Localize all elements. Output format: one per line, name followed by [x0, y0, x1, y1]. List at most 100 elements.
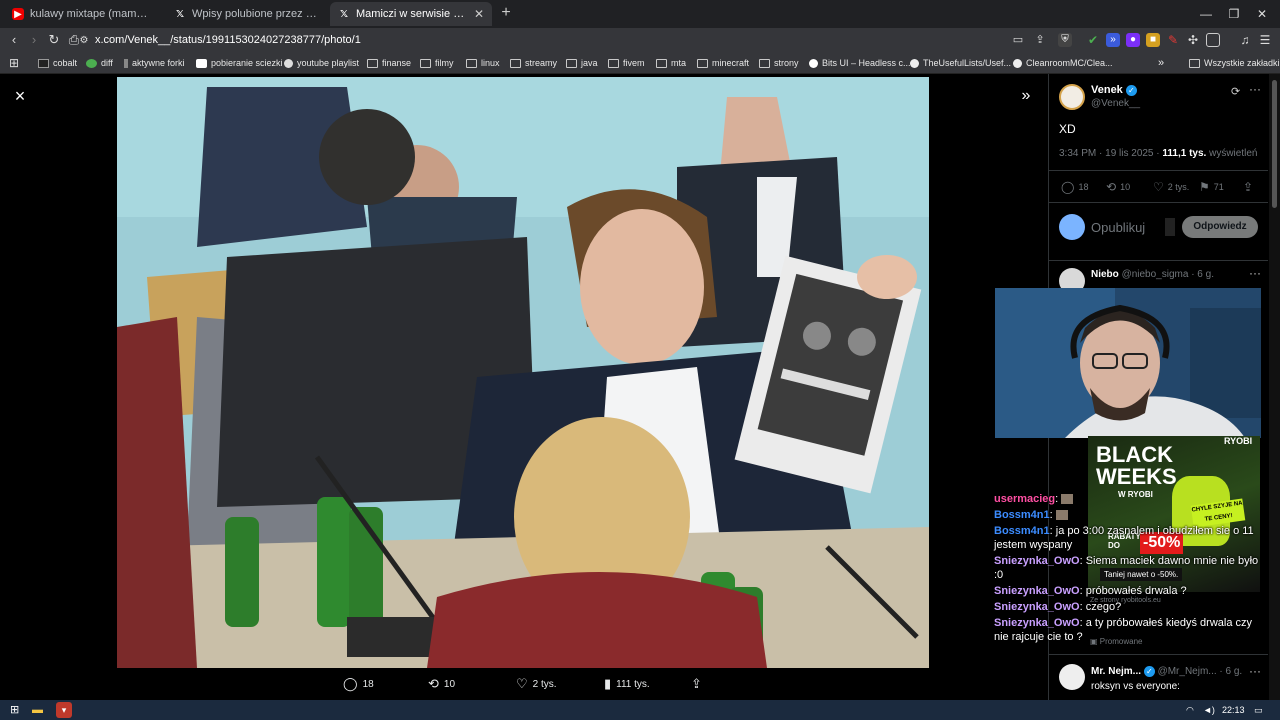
reply-author-handle: @Mr_Nejm... · 6 g.: [1157, 666, 1243, 678]
back-icon[interactable]: ‹: [6, 32, 22, 48]
shield-icon[interactable]: ⛨: [1058, 33, 1072, 47]
chat-username[interactable]: usermacieg: [994, 493, 1055, 505]
scrollbar-thumb[interactable]: [1272, 80, 1277, 208]
share-stat[interactable]: ⇪: [1243, 180, 1257, 194]
chat-username[interactable]: Sniezynka_OwO: [994, 555, 1080, 567]
tab-liked-posts[interactable]: 𝕏 Wpisy polubione przez usermacieg (: [166, 2, 326, 26]
author-handle[interactable]: @Venek__: [1091, 98, 1140, 109]
chat-username[interactable]: Sniezynka_OwO: [994, 585, 1080, 597]
cast-icon[interactable]: ▭: [1010, 32, 1026, 48]
reply-author[interactable]: Mr. Nejm... ✓ @Mr_Nejm... · 6 g.: [1091, 666, 1242, 677]
share-icon[interactable]: ⇪: [1032, 32, 1048, 48]
tweet-views: 111,1 tys.: [1162, 148, 1207, 159]
reload-icon[interactable]: ↻: [46, 32, 62, 48]
bookmark-folder-mta[interactable]: mta: [656, 56, 686, 70]
menu-icon[interactable]: ☰: [1258, 33, 1272, 47]
minimize-icon[interactable]: —: [1198, 6, 1214, 22]
bookmark-bits-ui[interactable]: Bits UI – Headless c...: [809, 56, 911, 70]
divider: [1049, 170, 1268, 171]
extension-icon[interactable]: ●: [1126, 33, 1140, 47]
bookmark-folder-fivem[interactable]: fivem: [608, 56, 645, 70]
bookmark-folder-strony[interactable]: strony: [759, 56, 799, 70]
forward-icon[interactable]: ›: [26, 32, 42, 48]
bookmark-folder-filmy[interactable]: filmy: [420, 56, 454, 70]
new-tab-button[interactable]: +: [498, 5, 514, 21]
more-options-icon[interactable]: ···: [1249, 266, 1261, 280]
reply-stat[interactable]: ◯ 18: [1061, 180, 1088, 194]
chat-username[interactable]: Sniezynka_OwO: [994, 601, 1080, 613]
clock[interactable]: 22:13: [1222, 702, 1245, 718]
share-action[interactable]: ⇪: [691, 676, 707, 692]
bookmark-cleanroommc[interactable]: CleanroomMC/Clea...: [1013, 56, 1113, 70]
tweet-photo[interactable]: [117, 77, 929, 668]
bookmark-folder-java[interactable]: java: [566, 56, 598, 70]
photo-scene: [117, 77, 929, 668]
bookmark-theusefullists[interactable]: TheUsefulLists/Usef...: [910, 56, 1011, 70]
bookmark-folder-finanse[interactable]: finanse: [367, 56, 411, 70]
like-action[interactable]: ♡ 2 tys.: [516, 676, 557, 692]
start-windows-icon[interactable]: ⊞: [10, 702, 19, 718]
volume-icon[interactable]: ◄): [1203, 702, 1215, 718]
apps-grid-icon[interactable]: ⊞: [6, 55, 22, 71]
bookmark-label: diff: [101, 58, 113, 68]
address-bar[interactable]: x.com/Venek__/status/1991153024027238777…: [95, 32, 361, 48]
author-name-row[interactable]: Venek ✓: [1091, 84, 1137, 96]
expand-panel-button[interactable]: »: [1018, 88, 1034, 104]
chat-username[interactable]: Sniezynka_OwO: [994, 617, 1080, 629]
close-viewer-button[interactable]: ×: [12, 87, 28, 105]
avatar[interactable]: [1059, 664, 1085, 690]
tab-label: Wpisy polubione przez usermacieg (: [192, 8, 318, 20]
repost-stat[interactable]: ⟲ 10: [1106, 180, 1130, 194]
bookmark-label: Wszystkie zakładki: [1204, 58, 1280, 68]
bookmark-folder-linux[interactable]: linux: [466, 56, 500, 70]
sidebar-icon[interactable]: [1206, 33, 1220, 47]
file-explorer-icon[interactable]: ▬: [32, 702, 43, 718]
notifications-icon[interactable]: ▭: [1254, 702, 1263, 718]
tab-youtube[interactable]: ▶ kulawy mixtape (mamm0n) - You: [4, 2, 162, 26]
analytics-icon: ▮: [604, 676, 612, 691]
bookmark-pobieranie-sciezki[interactable]: pobieranie sciezki: [196, 56, 283, 70]
check-extension-icon[interactable]: ✔: [1086, 33, 1100, 47]
like-stat[interactable]: ♡ 2 tys.: [1153, 180, 1189, 194]
tab-mamiczi[interactable]: 𝕏 Mamiczi w serwisie X: „#NowePr ✕: [330, 2, 492, 26]
reply-input[interactable]: Opublikuj: [1091, 220, 1145, 235]
extension-icon[interactable]: ■: [1146, 33, 1160, 47]
views-action[interactable]: ▮ 111 tys.: [604, 676, 650, 692]
bookmark-label: java: [581, 58, 598, 68]
more-options-icon[interactable]: ···: [1249, 664, 1261, 678]
more-options-icon[interactable]: ···: [1249, 82, 1261, 96]
pen-extension-icon[interactable]: ✎: [1166, 33, 1180, 47]
media-icon[interactable]: ♫: [1238, 33, 1252, 47]
reply-action[interactable]: ◯ 18: [343, 676, 374, 692]
close-tab-icon[interactable]: ✕: [474, 7, 484, 21]
extensions-puzzle-icon[interactable]: ✣: [1186, 33, 1200, 47]
avatar[interactable]: [1059, 84, 1085, 110]
bookmark-cobalt[interactable]: cobalt: [38, 56, 77, 70]
download-icon: [196, 58, 207, 68]
gif-icon[interactable]: [1165, 218, 1175, 236]
bookmark-diff[interactable]: diff: [86, 56, 113, 70]
chat-message: Bossm4n1:: [994, 508, 1264, 522]
grok-icon[interactable]: ⟳: [1231, 85, 1240, 98]
all-bookmarks-folder[interactable]: Wszystkie zakładki: [1189, 56, 1280, 70]
tweet-meta: 3:34 PM · 19 lis 2025 · 111,1 tys. wyświ…: [1059, 148, 1257, 159]
bookmark-label: mta: [671, 58, 687, 68]
reply-author-name: Mr. Nejm...: [1091, 666, 1142, 678]
chat-username[interactable]: Bossm4n1: [994, 509, 1050, 521]
bookmark-aktywne-forki[interactable]: aktywne forki: [124, 56, 185, 70]
repost-action[interactable]: ⟲ 10: [428, 676, 455, 692]
reply-author[interactable]: Niebo @niebo_sigma · 6 g.: [1091, 269, 1214, 280]
close-window-icon[interactable]: ✕: [1254, 6, 1270, 22]
bookmark-youtube-playlist[interactable]: youtube playlist: [284, 56, 359, 70]
restore-icon[interactable]: ❐: [1226, 6, 1242, 22]
bookmarks-overflow-button[interactable]: »: [1158, 56, 1164, 70]
bookmark-folder-streamy[interactable]: streamy: [510, 56, 557, 70]
translate-extension-icon[interactable]: »: [1106, 33, 1120, 47]
network-icon[interactable]: ◠: [1186, 702, 1194, 718]
reply-button[interactable]: Odpowiedz: [1182, 216, 1258, 238]
bookmark-folder-minecraft[interactable]: minecraft: [697, 56, 749, 70]
bookmark-stat[interactable]: ⚑ 71: [1199, 180, 1224, 194]
brave-browser-icon[interactable]: ▾: [56, 702, 72, 718]
chat-username[interactable]: Bossm4n1: [994, 525, 1050, 537]
site-info-icon[interactable]: ⚙: [76, 33, 92, 49]
